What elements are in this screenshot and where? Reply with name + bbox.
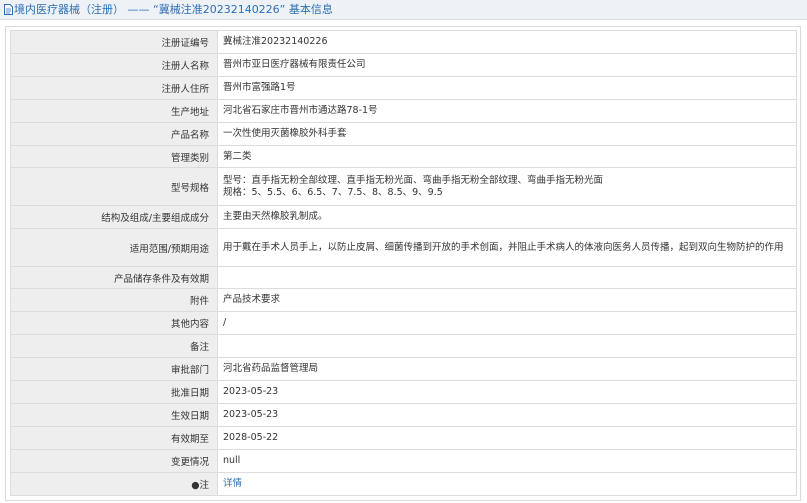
row-label: 审批部门 — [10, 357, 218, 381]
row-value: 2023-05-23 — [217, 403, 797, 427]
info-table: 注册证编号 冀械注准20232140226 注册人名称 晋州市亚日医疗器械有限责… — [10, 30, 797, 496]
row-value — [217, 334, 797, 358]
row-value: null — [217, 449, 797, 473]
row-label: 结构及组成/主要组成成分 — [10, 205, 218, 229]
row-value: 2023-05-23 — [217, 380, 797, 404]
row-value: 晋州市富强路1号 — [217, 76, 797, 100]
spec-line: 规格：5、5.5、6、6.5、7、7.5、8、8.5、9、9.5 — [223, 186, 443, 198]
row-label: 注册人名称 — [10, 53, 218, 77]
row-label: 批准日期 — [10, 380, 218, 404]
table-row: 注册人名称 晋州市亚日医疗器械有限责任公司 — [10, 53, 797, 77]
row-value: 晋州市亚日医疗器械有限责任公司 — [217, 53, 797, 77]
row-label: 产品储存条件及有效期 — [10, 266, 218, 289]
page-header: 境内医疗器械（注册） —— “冀械注准20232140226” 基本信息 — [0, 0, 807, 20]
table-row: 适用范围/预期用途 用于戴在手术人员手上，以防止皮屑、细菌传播到开放的手术创面，… — [10, 228, 797, 267]
row-value: 详情 — [217, 472, 797, 496]
table-row: 结构及组成/主要组成成分 主要由天然橡胶乳制成。 — [10, 205, 797, 229]
document-icon — [4, 4, 13, 15]
header-title-suffix: 基本信息 — [288, 3, 333, 16]
row-label: 注册人住所 — [10, 76, 218, 100]
row-label: 管理类别 — [10, 145, 218, 168]
table-row: 审批部门 河北省药品监督管理局 — [10, 357, 797, 381]
row-label: 附件 — [10, 288, 218, 312]
row-value: 河北省石家庄市晋州市通达路78-1号 — [217, 99, 797, 123]
table-row: 变更情况 null — [10, 449, 797, 473]
table-row: 管理类别 第二类 — [10, 145, 797, 168]
row-value: 用于戴在手术人员手上，以防止皮屑、细菌传播到开放的手术创面，并阻止手术病人的体液… — [217, 228, 797, 267]
row-label: 其他内容 — [10, 311, 218, 335]
table-row: 生产地址 河北省石家庄市晋州市通达路78-1号 — [10, 99, 797, 123]
table-row: 注册证编号 冀械注准20232140226 — [10, 30, 797, 54]
table-row: 批准日期 2023-05-23 — [10, 380, 797, 404]
table-row: 附件 产品技术要求 — [10, 288, 797, 312]
row-value: 2028-05-22 — [217, 426, 797, 450]
table-row: 产品名称 一次性使用灭菌橡胶外科手套 — [10, 122, 797, 146]
header-separator: —— — [127, 3, 150, 16]
table-row: 产品储存条件及有效期 — [10, 266, 797, 289]
table-row: 注册人住所 晋州市富强路1号 — [10, 76, 797, 100]
table-row: 生效日期 2023-05-23 — [10, 403, 797, 427]
note-label: 注 — [199, 480, 209, 491]
row-value: 冀械注准20232140226 — [217, 30, 797, 54]
table-row: 其他内容 / — [10, 311, 797, 335]
row-value: 产品技术要求 — [217, 288, 797, 312]
row-label: 变更情况 — [10, 449, 218, 473]
row-value — [217, 266, 797, 289]
table-row: 型号规格 型号：直手指无粉全部纹理、直手指无粉光面、弯曲手指无粉全部纹理、弯曲手… — [10, 167, 797, 206]
model-line: 型号：直手指无粉全部纹理、直手指无粉光面、弯曲手指无粉全部纹理、弯曲手指无粉光面 — [223, 174, 604, 186]
details-link[interactable]: 详情 — [223, 478, 242, 489]
row-value: 河北省药品监督管理局 — [217, 357, 797, 381]
row-label: ●注 — [10, 472, 218, 496]
table-row: ●注 详情 — [10, 472, 797, 496]
table-row: 有效期至 2028-05-22 — [10, 426, 797, 450]
row-label: 有效期至 — [10, 426, 218, 450]
row-label: 适用范围/预期用途 — [10, 228, 218, 267]
row-label: 备注 — [10, 334, 218, 358]
row-label: 生产地址 — [10, 99, 218, 123]
row-value: 一次性使用灭菌橡胶外科手套 — [217, 122, 797, 146]
row-label: 型号规格 — [10, 167, 218, 206]
row-value: 第二类 — [217, 145, 797, 168]
header-title-quote: “冀械注准20232140226” — [153, 3, 286, 16]
row-value: 型号：直手指无粉全部纹理、直手指无粉光面、弯曲手指无粉全部纹理、弯曲手指无粉光面… — [217, 167, 797, 206]
header-title-prefix: 境内医疗器械（注册） — [14, 3, 124, 16]
row-label: 产品名称 — [10, 122, 218, 146]
row-value: / — [217, 311, 797, 335]
row-value: 主要由天然橡胶乳制成。 — [217, 205, 797, 229]
row-label: 生效日期 — [10, 403, 218, 427]
table-row: 备注 — [10, 334, 797, 358]
row-label: 注册证编号 — [10, 30, 218, 54]
